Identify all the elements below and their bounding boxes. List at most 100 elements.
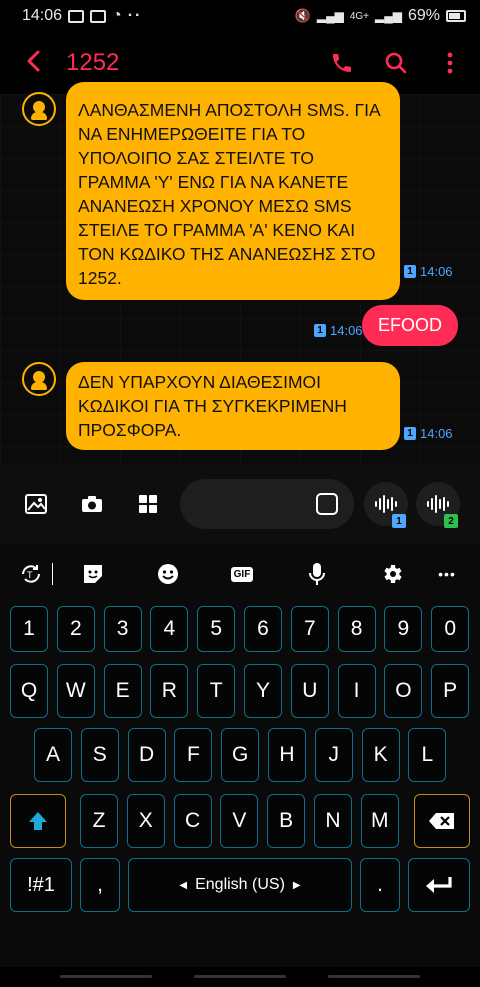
key-f[interactable]: F bbox=[174, 728, 213, 782]
symbols-key[interactable]: !#1 bbox=[10, 858, 72, 912]
key-3[interactable]: 3 bbox=[103, 606, 142, 652]
voice-wave-icon bbox=[427, 495, 449, 513]
comma-key[interactable]: , bbox=[80, 858, 120, 912]
key-y[interactable]: Y bbox=[244, 664, 282, 718]
key-5[interactable]: 5 bbox=[197, 606, 236, 652]
apps-grid-icon[interactable] bbox=[136, 492, 160, 516]
image-notification-icon bbox=[68, 9, 85, 23]
space-language-label: English (US) bbox=[195, 876, 285, 893]
mute-icon: 🔇 bbox=[294, 8, 311, 23]
key-1[interactable]: 1 bbox=[10, 606, 48, 652]
key-6[interactable]: 6 bbox=[244, 606, 282, 652]
message-time: 14:06 bbox=[420, 264, 453, 279]
key-t[interactable]: T bbox=[197, 664, 236, 718]
sim-badge: 2 bbox=[444, 514, 458, 528]
sync-icon: ◔ bbox=[112, 7, 122, 24]
sim-badge: 1 bbox=[314, 324, 326, 337]
key-g[interactable]: G bbox=[221, 728, 260, 782]
gallery-icon[interactable] bbox=[24, 492, 48, 516]
network-type: 4G+ bbox=[349, 10, 369, 22]
more-options-icon[interactable] bbox=[436, 49, 464, 77]
settings-gear-icon[interactable] bbox=[380, 562, 404, 586]
backspace-icon bbox=[429, 813, 454, 829]
key-e[interactable]: E bbox=[103, 664, 142, 718]
key-l[interactable]: L bbox=[408, 728, 447, 782]
key-8[interactable]: 8 bbox=[337, 606, 376, 652]
space-key[interactable]: ◀ English (US) ▶ bbox=[128, 858, 352, 912]
call-icon[interactable] bbox=[328, 49, 356, 77]
back-arrow-icon[interactable] bbox=[26, 48, 52, 79]
key-x[interactable]: X bbox=[126, 794, 165, 848]
message-time: 14:06 bbox=[420, 426, 453, 441]
key-w[interactable]: W bbox=[56, 664, 95, 718]
backspace-key[interactable] bbox=[414, 794, 470, 848]
key-9[interactable]: 9 bbox=[384, 606, 423, 652]
key-h[interactable]: H bbox=[268, 728, 306, 782]
gif-icon[interactable]: GIF bbox=[230, 562, 254, 586]
shift-key[interactable] bbox=[10, 794, 66, 848]
sim-badge: 1 bbox=[404, 427, 416, 440]
key-b[interactable]: B bbox=[267, 794, 306, 848]
sticker-icon[interactable] bbox=[81, 562, 105, 586]
incoming-message-bubble[interactable]: ΔΕΝ ΥΠΑΡΧΟΥΝ ΔΙΑΘΕΣΙΜΟΙ ΚΩΔΙΚΟΙ ΓΙΑ ΤΗ Σ… bbox=[66, 362, 400, 450]
key-s[interactable]: S bbox=[80, 728, 119, 782]
sim-badge: 1 bbox=[392, 514, 406, 528]
key-0[interactable]: 0 bbox=[431, 606, 470, 652]
sim-badge: 1 bbox=[404, 265, 416, 278]
search-icon[interactable] bbox=[382, 49, 410, 77]
message-input[interactable] bbox=[180, 479, 354, 529]
key-2[interactable]: 2 bbox=[56, 606, 95, 652]
key-k[interactable]: K bbox=[361, 728, 400, 782]
nav-back-button[interactable] bbox=[328, 975, 420, 978]
gif-label: GIF bbox=[230, 566, 254, 582]
enter-icon bbox=[426, 877, 452, 893]
key-v[interactable]: V bbox=[220, 794, 259, 848]
contact-title: 1252 bbox=[66, 49, 120, 76]
message-meta: 1 14:06 bbox=[404, 264, 453, 279]
voice-wave-icon bbox=[375, 495, 397, 513]
key-i[interactable]: I bbox=[337, 664, 376, 718]
key-d[interactable]: D bbox=[127, 728, 166, 782]
battery-percent: 69% bbox=[407, 7, 440, 24]
language-left-arrow-icon: ◀ bbox=[179, 879, 188, 891]
more-notifications-icon: ·· bbox=[127, 7, 143, 24]
key-q[interactable]: Q bbox=[10, 664, 48, 718]
key-u[interactable]: U bbox=[290, 664, 329, 718]
sticker-icon[interactable] bbox=[316, 493, 338, 515]
signal-icon: ▂▄▆ bbox=[316, 9, 344, 23]
signal-icon-2: ▂▄▆ bbox=[375, 9, 402, 23]
key-j[interactable]: J bbox=[314, 728, 353, 782]
key-4[interactable]: 4 bbox=[150, 606, 189, 652]
key-n[interactable]: N bbox=[314, 794, 352, 848]
period-key[interactable]: . bbox=[360, 858, 400, 912]
svg-text:T: T bbox=[27, 570, 33, 580]
nav-recents-button[interactable] bbox=[60, 975, 152, 978]
status-time: 14:06 bbox=[22, 7, 63, 24]
key-z[interactable]: Z bbox=[80, 794, 118, 848]
message-meta: 1 14:06 bbox=[314, 323, 363, 338]
microphone-icon[interactable] bbox=[305, 562, 329, 586]
nav-home-button[interactable] bbox=[194, 975, 286, 978]
translate-icon[interactable]: T bbox=[18, 562, 44, 586]
language-right-arrow-icon: ▶ bbox=[292, 879, 301, 891]
message-list[interactable]: ΛΑΝΘΑΣΜΕΝΗ ΑΠΟΣΤΟΛΗ SMS. ΓΙΑ ΝΑ ΕΝΗΜΕΡΩΘ… bbox=[0, 82, 480, 464]
outgoing-message-bubble[interactable]: EFOOD bbox=[361, 305, 458, 346]
enter-key[interactable] bbox=[408, 858, 470, 912]
key-c[interactable]: C bbox=[173, 794, 212, 848]
shift-arrow-icon bbox=[29, 812, 47, 830]
key-m[interactable]: M bbox=[360, 794, 399, 848]
more-toolbar-icon[interactable]: ••• bbox=[436, 562, 458, 586]
contact-avatar-icon[interactable] bbox=[22, 92, 56, 126]
camera-icon[interactable] bbox=[80, 492, 104, 516]
key-p[interactable]: P bbox=[431, 664, 470, 718]
emoji-icon[interactable] bbox=[156, 562, 180, 586]
contact-avatar-icon[interactable] bbox=[22, 362, 56, 396]
incoming-message-bubble[interactable]: ΛΑΝΘΑΣΜΕΝΗ ΑΠΟΣΤΟΛΗ SMS. ΓΙΑ ΝΑ ΕΝΗΜΕΡΩΘ… bbox=[66, 82, 400, 300]
voice-sim-2-button[interactable]: 2 bbox=[416, 482, 460, 528]
email-notification-icon bbox=[90, 9, 107, 23]
voice-sim-1-button[interactable]: 1 bbox=[364, 482, 408, 528]
key-a[interactable]: A bbox=[34, 728, 72, 782]
key-r[interactable]: R bbox=[150, 664, 189, 718]
key-o[interactable]: O bbox=[384, 664, 423, 718]
key-7[interactable]: 7 bbox=[290, 606, 329, 652]
